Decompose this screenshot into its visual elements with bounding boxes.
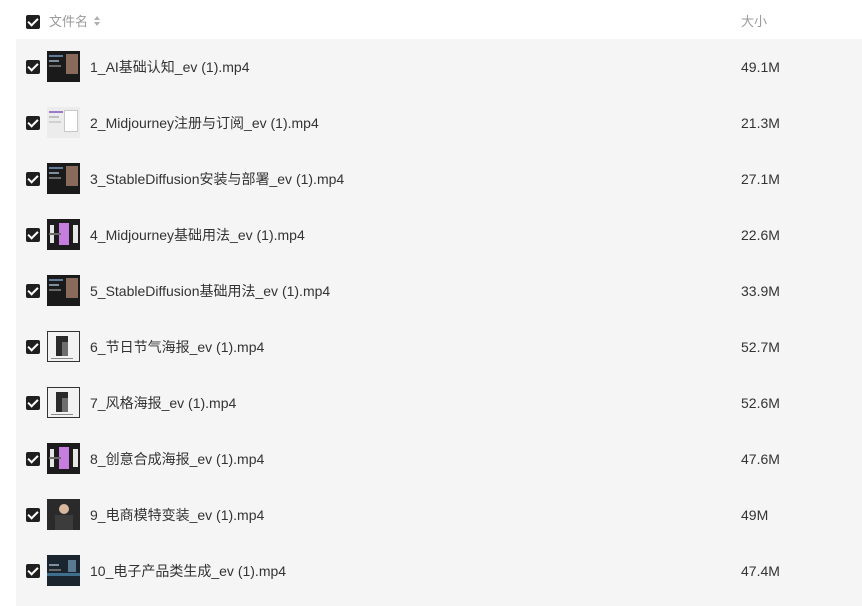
file-size: 49M: [741, 507, 769, 523]
file-row[interactable]: 1_AI基础认知_ev (1).mp4 49.1M: [16, 39, 862, 95]
file-checkbox[interactable]: [26, 508, 40, 522]
file-row[interactable]: 2_Midjourney注册与订阅_ev (1).mp4 21.3M: [16, 95, 862, 151]
video-thumbnail-icon[interactable]: [47, 387, 80, 418]
file-size: 47.6M: [741, 451, 780, 467]
file-size: 52.6M: [741, 395, 780, 411]
file-row[interactable]: 7_风格海报_ev (1).mp4 52.6M: [16, 375, 862, 431]
checkmark-icon: [27, 116, 39, 128]
list-header: 文件名 大小: [0, 0, 862, 42]
checkmark-icon: [27, 284, 39, 296]
file-checkbox[interactable]: [26, 284, 40, 298]
file-row[interactable]: 6_节日节气海报_ev (1).mp4 52.7M: [16, 319, 862, 375]
video-thumbnail-icon[interactable]: [47, 443, 80, 474]
video-thumbnail-icon[interactable]: [47, 555, 80, 586]
file-row[interactable]: 8_创意合成海报_ev (1).mp4 47.6M: [16, 431, 862, 487]
checkmark-icon: [27, 452, 39, 464]
file-size: 52.7M: [741, 339, 780, 355]
file-row[interactable]: 10_电子产品类生成_ev (1).mp4 47.4M: [16, 543, 862, 599]
video-thumbnail-icon[interactable]: [47, 219, 80, 250]
checkmark-icon: [27, 15, 39, 27]
file-size: 47.4M: [741, 563, 780, 579]
checkmark-icon: [27, 564, 39, 576]
video-thumbnail-icon[interactable]: [47, 51, 80, 82]
file-name[interactable]: 7_风格海报_ev (1).mp4: [90, 395, 236, 411]
file-size: 21.3M: [741, 115, 780, 131]
sort-icon[interactable]: [94, 16, 101, 28]
video-thumbnail-icon[interactable]: [47, 499, 80, 530]
video-thumbnail-icon[interactable]: [47, 275, 80, 306]
checkmark-icon: [27, 172, 39, 184]
checkmark-icon: [27, 340, 39, 352]
column-header-size[interactable]: 大小: [741, 14, 767, 30]
video-thumbnail-icon[interactable]: [47, 163, 80, 194]
file-size: 49.1M: [741, 59, 780, 75]
file-row[interactable]: 5_StableDiffusion基础用法_ev (1).mp4 33.9M: [16, 263, 862, 319]
file-row[interactable]: 9_电商模特变装_ev (1).mp4 49M: [16, 487, 862, 543]
select-all-checkbox[interactable]: [26, 15, 40, 29]
checkmark-icon: [27, 60, 39, 72]
checkmark-icon: [27, 508, 39, 520]
video-thumbnail-icon[interactable]: [47, 107, 80, 138]
file-size: 27.1M: [741, 171, 780, 187]
file-name[interactable]: 6_节日节气海报_ev (1).mp4: [90, 339, 264, 355]
file-size: 22.6M: [741, 227, 780, 243]
file-checkbox[interactable]: [26, 452, 40, 466]
file-checkbox[interactable]: [26, 228, 40, 242]
file-checkbox[interactable]: [26, 116, 40, 130]
file-row[interactable]: 4_Midjourney基础用法_ev (1).mp4 22.6M: [16, 207, 862, 263]
file-checkbox[interactable]: [26, 396, 40, 410]
file-name[interactable]: 1_AI基础认知_ev (1).mp4: [90, 59, 250, 75]
column-header-name[interactable]: 文件名: [49, 14, 88, 30]
file-name[interactable]: 4_Midjourney基础用法_ev (1).mp4: [90, 227, 305, 243]
file-checkbox[interactable]: [26, 60, 40, 74]
file-name[interactable]: 9_电商模特变装_ev (1).mp4: [90, 507, 264, 523]
checkmark-icon: [27, 396, 39, 408]
file-name[interactable]: 10_电子产品类生成_ev (1).mp4: [90, 563, 286, 579]
file-name[interactable]: 2_Midjourney注册与订阅_ev (1).mp4: [90, 115, 319, 131]
file-name[interactable]: 5_StableDiffusion基础用法_ev (1).mp4: [90, 283, 330, 299]
file-checkbox[interactable]: [26, 340, 40, 354]
file-checkbox[interactable]: [26, 564, 40, 578]
file-rows: 1_AI基础认知_ev (1).mp4 49.1M 2_Midjourney注册与订…: [16, 39, 862, 606]
video-thumbnail-icon[interactable]: [47, 331, 80, 362]
file-row[interactable]: 3_StableDiffusion安装与部署_ev (1).mp4 27.1M: [16, 151, 862, 207]
checkmark-icon: [27, 228, 39, 240]
file-size: 33.9M: [741, 283, 780, 299]
file-checkbox[interactable]: [26, 172, 40, 186]
file-name[interactable]: 8_创意合成海报_ev (1).mp4: [90, 451, 264, 467]
file-list: 文件名 大小 1_AI基础认知_ev (1).mp4 49.1M 2_Midjour…: [0, 0, 862, 606]
file-name[interactable]: 3_StableDiffusion安装与部署_ev (1).mp4: [90, 171, 344, 187]
